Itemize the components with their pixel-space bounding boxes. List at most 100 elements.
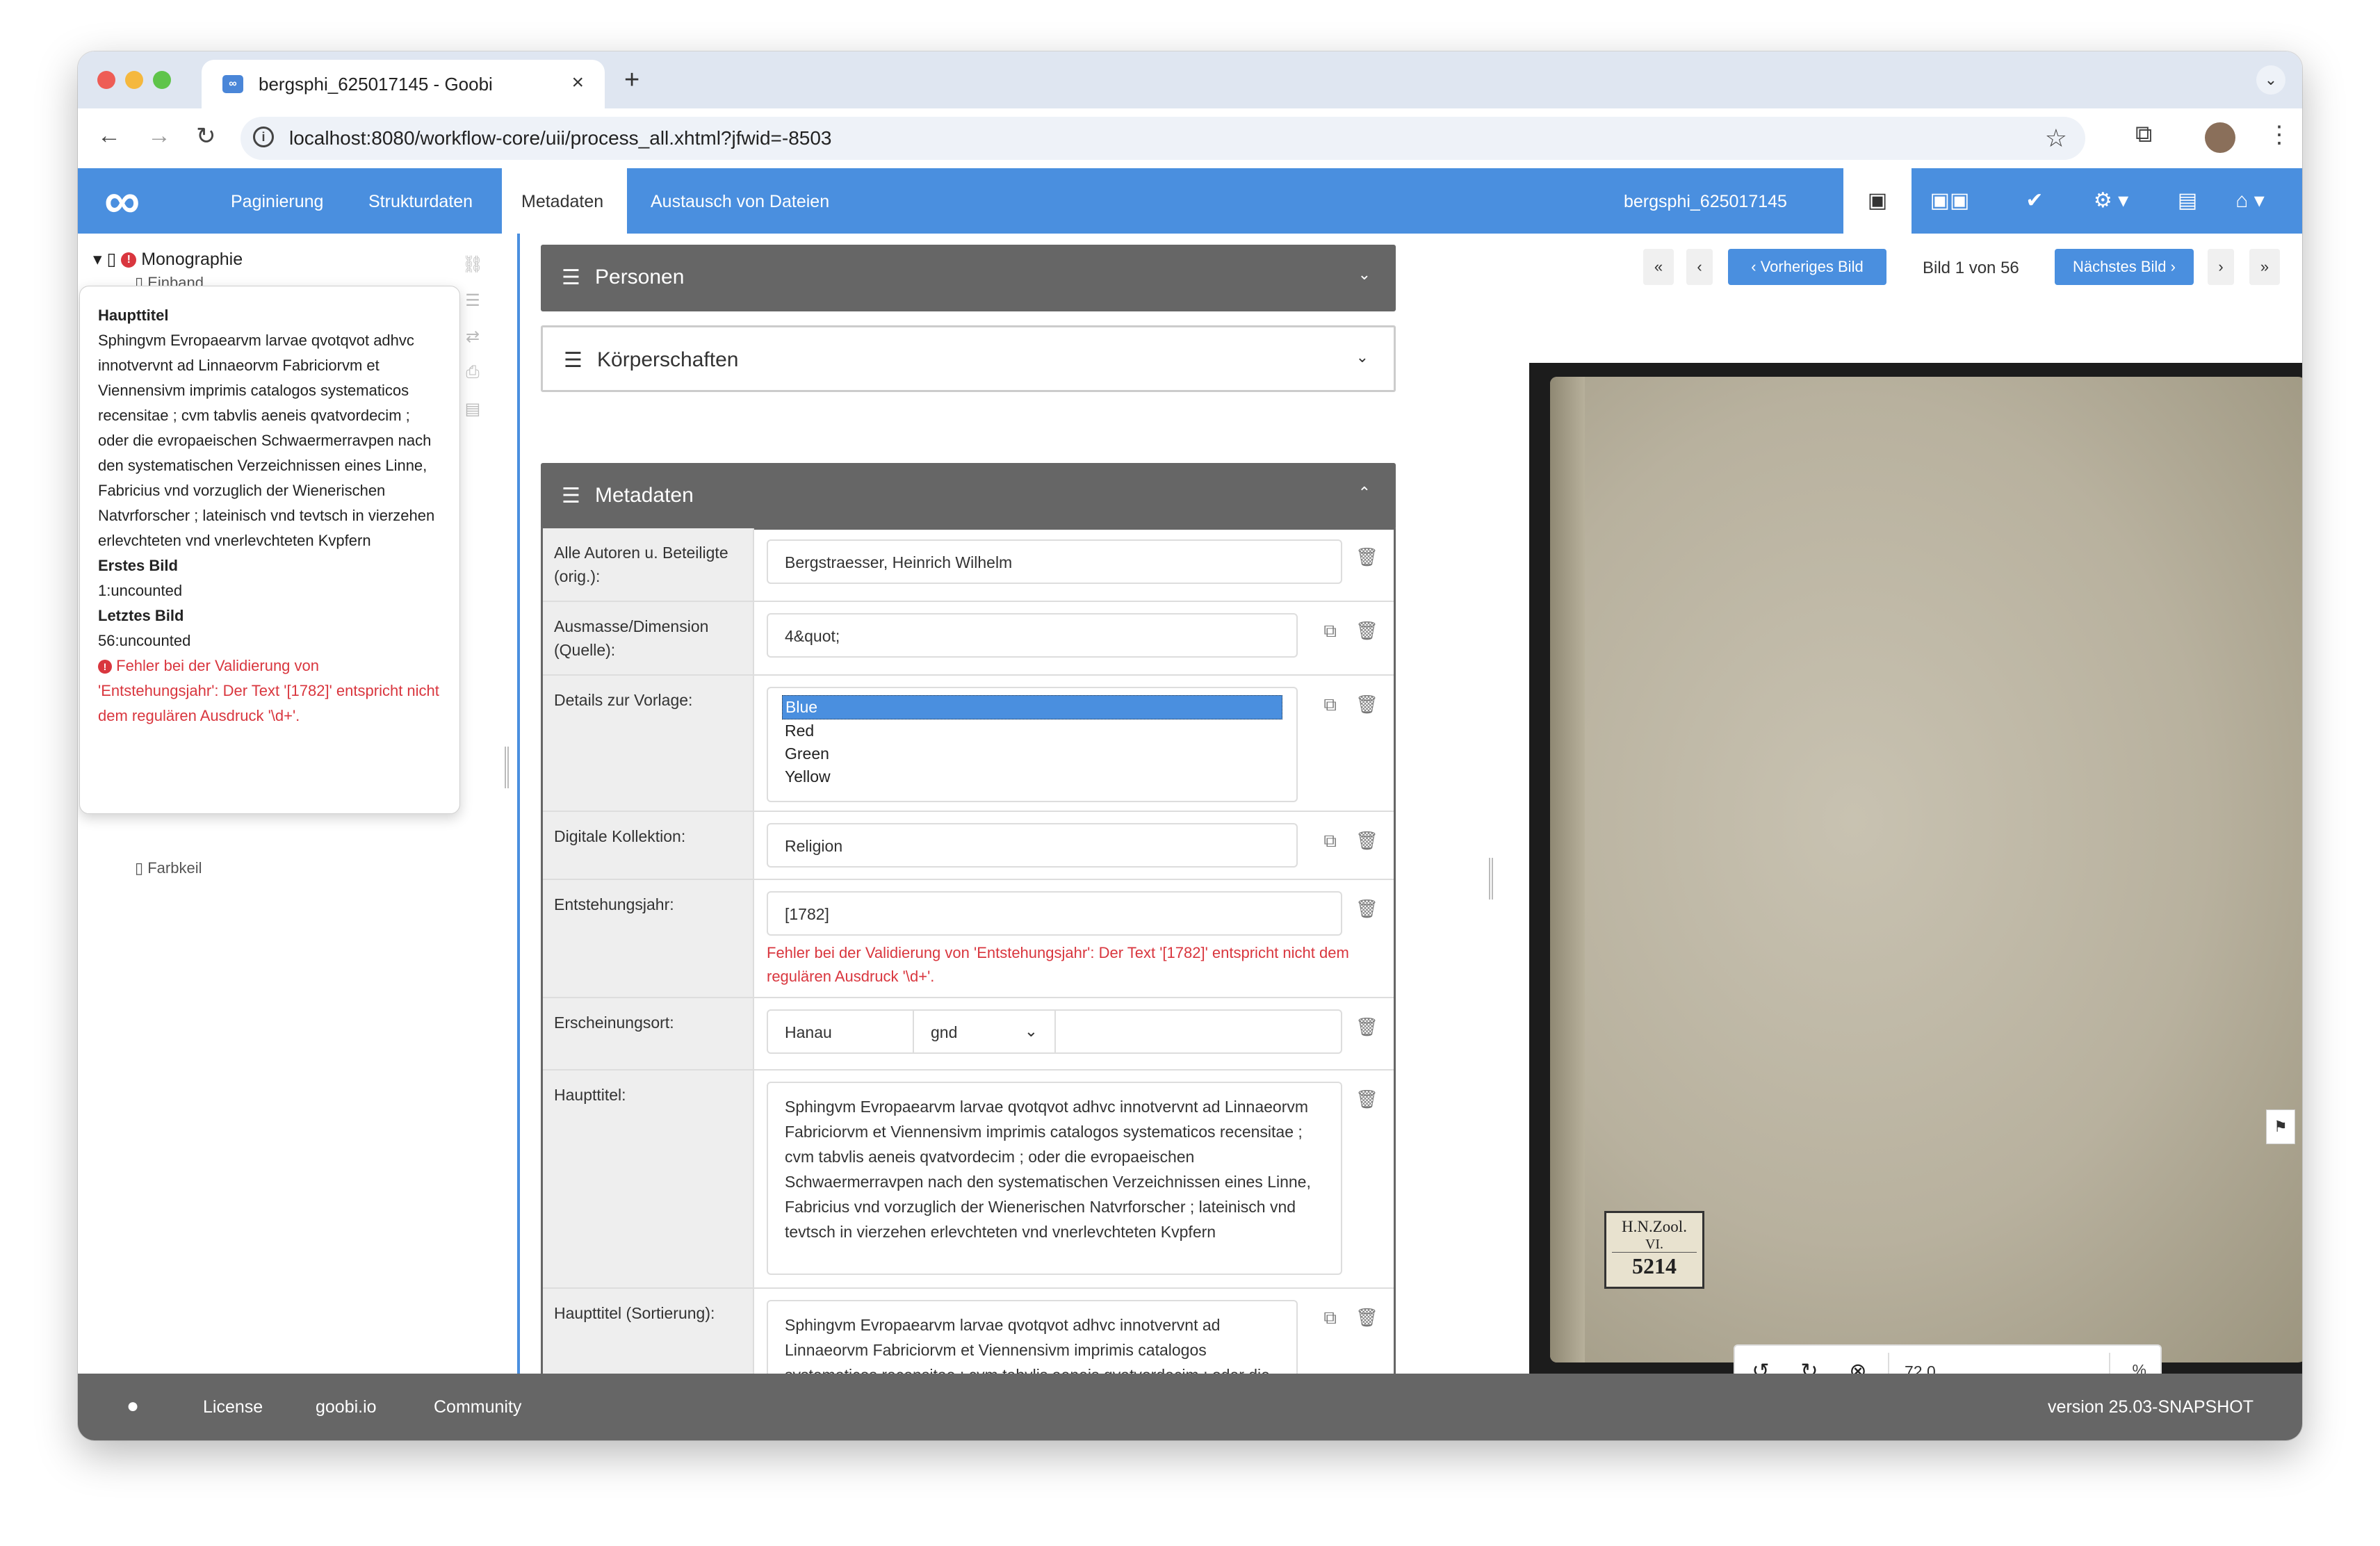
tree-node-label: Monographie — [141, 250, 243, 269]
option-blue[interactable]: Blue — [782, 695, 1282, 719]
trash-icon[interactable]: 🗑 — [1355, 1307, 1378, 1328]
tree-node-monographie[interactable]: ▾ ▯ ! Monographie — [93, 249, 243, 270]
next-page-button[interactable]: › — [2208, 249, 2234, 285]
label-digital: Digitale Kollektion: — [543, 812, 754, 879]
dual-image-view-icon[interactable]: ▣▣ — [1912, 168, 1988, 234]
row-autoren: Alle Autoren u. Beteiligte (orig.): Berg… — [543, 528, 1394, 602]
tooltip-letztes-value: 56:uncounted — [98, 632, 191, 649]
link-icon[interactable]: ⛓ — [459, 254, 487, 291]
copy-icon[interactable]: ⧉ — [1323, 830, 1337, 852]
nav-austausch[interactable]: Austausch von Dateien — [651, 192, 829, 212]
site-info-icon[interactable]: i — [253, 127, 274, 147]
footer: ● License goobi.io Community version 25.… — [78, 1374, 2302, 1440]
next-image-button[interactable]: Nächstes Bild › — [2055, 249, 2194, 285]
trash-icon[interactable]: 🗑 — [1355, 1016, 1378, 1038]
github-icon[interactable]: ● — [127, 1394, 139, 1418]
input-authority-id[interactable] — [1056, 1011, 1341, 1052]
bookmark-star-icon[interactable]: ☆ — [2045, 124, 2067, 153]
label-ausmasse: Ausmasse/Dimension (Quelle): — [543, 602, 754, 674]
shelfmark-line2: VI. — [1645, 1237, 1664, 1252]
new-tab-button[interactable]: + — [624, 65, 639, 95]
page-image[interactable]: H.N.Zool. VI. 5214 — [1529, 363, 2302, 1375]
label-autoren: Alle Autoren u. Beteiligte (orig.): — [543, 528, 754, 601]
box-metadaten-title: Metadaten — [595, 484, 694, 507]
option-green[interactable]: Green — [782, 742, 1282, 765]
footer-goobi-link[interactable]: goobi.io — [316, 1397, 377, 1417]
tree-node-farbkeil[interactable]: ▯ Farbkeil — [135, 859, 202, 877]
footer-license-link[interactable]: License — [203, 1397, 263, 1417]
page-counter: Bild 1 von 56 — [1923, 259, 2019, 277]
chevron-down-icon[interactable]: ⌄ — [1356, 348, 1369, 366]
list-icon[interactable]: ☰ — [459, 291, 487, 327]
nav-strukturdaten[interactable]: Strukturdaten — [368, 192, 473, 212]
first-image-button[interactable]: « — [1643, 249, 1674, 285]
box-metadaten[interactable]: ☰ Metadaten ⌃ — [541, 463, 1396, 530]
bookmark-icon[interactable]: ⚑ — [2266, 1109, 2295, 1144]
pdf-icon[interactable]: ▤ — [459, 399, 487, 435]
trash-icon[interactable]: 🗑 — [1355, 830, 1378, 852]
copy-icon[interactable]: ⧉ — [1323, 1307, 1337, 1329]
left-splitter-handle[interactable] — [505, 747, 509, 788]
process-title: bergsphi_625017145 — [1624, 192, 1787, 211]
nav-metadaten[interactable]: Metadaten — [502, 168, 627, 234]
tooltip-erstes-value: 1:uncounted — [98, 582, 183, 599]
previous-page-button[interactable]: ‹ — [1686, 249, 1713, 285]
back-arrow-icon[interactable]: ← — [97, 122, 121, 149]
chevron-down-icon[interactable]: ⌄ — [1358, 266, 1371, 284]
nav-paginierung[interactable]: Paginierung — [231, 192, 323, 212]
copy-icon[interactable]: ⧉ — [1323, 620, 1337, 642]
trash-icon[interactable]: 🗑 — [1355, 694, 1378, 715]
book-cover-image: H.N.Zool. VI. 5214 — [1550, 377, 2302, 1362]
select-details[interactable]: Blue Red Green Yellow — [767, 687, 1298, 802]
row-ort: Erscheinungsort: Hanau gnd ⌄ 🗑 — [543, 998, 1394, 1071]
profile-avatar[interactable] — [2205, 122, 2235, 153]
trash-icon[interactable]: 🗑 — [1355, 620, 1378, 642]
hamburger-icon: ☰ — [562, 266, 580, 289]
box-personen[interactable]: ☰ Personen ⌄ — [541, 245, 1396, 311]
settings-gear-icon[interactable]: ⚙ ▾ — [2073, 168, 2149, 234]
browser-menu-icon[interactable]: ⋮ — [2267, 121, 2291, 149]
validate-check-icon[interactable]: ✔ — [1996, 168, 2073, 234]
maximize-window-button[interactable] — [153, 71, 171, 89]
input-ausmasse[interactable]: 4&quot; — [767, 613, 1298, 658]
select-authority[interactable]: gnd ⌄ — [914, 1011, 1056, 1052]
trash-icon[interactable]: 🗑 — [1355, 546, 1378, 568]
label-ort: Erscheinungsort: — [543, 998, 754, 1069]
input-jahr[interactable]: [1782] — [767, 891, 1342, 936]
tab-search-chevron-icon[interactable]: ⌄ — [2256, 65, 2285, 95]
box-koerperschaften[interactable]: ☰ Körperschaften ⌄ — [541, 325, 1396, 392]
trash-icon[interactable]: 🗑 — [1355, 898, 1378, 920]
option-red[interactable]: Red — [782, 719, 1282, 742]
goobi-logo[interactable]: ∞ — [104, 176, 140, 226]
textarea-sortierung[interactable]: Sphingvm Evropaearvm larvae qvotqvot adh… — [767, 1300, 1298, 1374]
browser-tab[interactable]: ∞ bergsphi_625017145 - Goobi × — [202, 60, 605, 108]
forward-arrow-icon[interactable]: → — [147, 122, 171, 149]
tooltip-haupttitel-value: Sphingvm Evropaearvm larvae qvotqvot adh… — [98, 332, 435, 549]
move-arrows-icon[interactable]: ⇄ — [459, 327, 487, 363]
tooltip-erstes-label: Erstes Bild — [98, 557, 178, 574]
textarea-haupttitel[interactable]: Sphingvm Evropaearvm larvae qvotqvot adh… — [767, 1082, 1342, 1275]
last-image-button[interactable]: » — [2249, 249, 2280, 285]
input-digital[interactable]: Religion — [767, 823, 1298, 868]
input-ort[interactable]: Hanau — [768, 1011, 914, 1052]
print-icon[interactable]: ⎙ — [459, 363, 487, 399]
tab-close-icon[interactable]: × — [571, 71, 584, 95]
image-view-icon[interactable]: ▣ — [1843, 168, 1912, 234]
label-details: Details zur Vorlage: — [543, 676, 754, 811]
tree-expand-icon[interactable]: ▾ — [93, 250, 102, 269]
extensions-puzzle-icon[interactable]: ⧉ — [2135, 121, 2152, 148]
previous-image-button[interactable]: ‹ Vorheriges Bild — [1728, 249, 1886, 285]
metadata-table: Alle Autoren u. Beteiligte (orig.): Berg… — [541, 528, 1396, 1374]
url-field[interactable]: i localhost:8080/workflow-core/uii/proce… — [241, 117, 2085, 160]
minimize-window-button[interactable] — [125, 71, 143, 89]
input-autoren[interactable]: Bergstraesser, Heinrich Wilhelm — [767, 539, 1342, 584]
option-yellow[interactable]: Yellow — [782, 765, 1282, 788]
url-text[interactable]: localhost:8080/workflow-core/uii/process… — [289, 127, 832, 149]
footer-community-link[interactable]: Community — [434, 1397, 521, 1417]
copy-icon[interactable]: ⧉ — [1323, 694, 1337, 716]
chevron-up-icon[interactable]: ⌃ — [1358, 484, 1371, 502]
trash-icon[interactable]: 🗑 — [1355, 1089, 1378, 1110]
reload-icon[interactable]: ↻ — [196, 122, 216, 150]
close-window-button[interactable] — [97, 71, 115, 89]
home-icon[interactable]: ⌂ ▾ — [2212, 168, 2288, 234]
